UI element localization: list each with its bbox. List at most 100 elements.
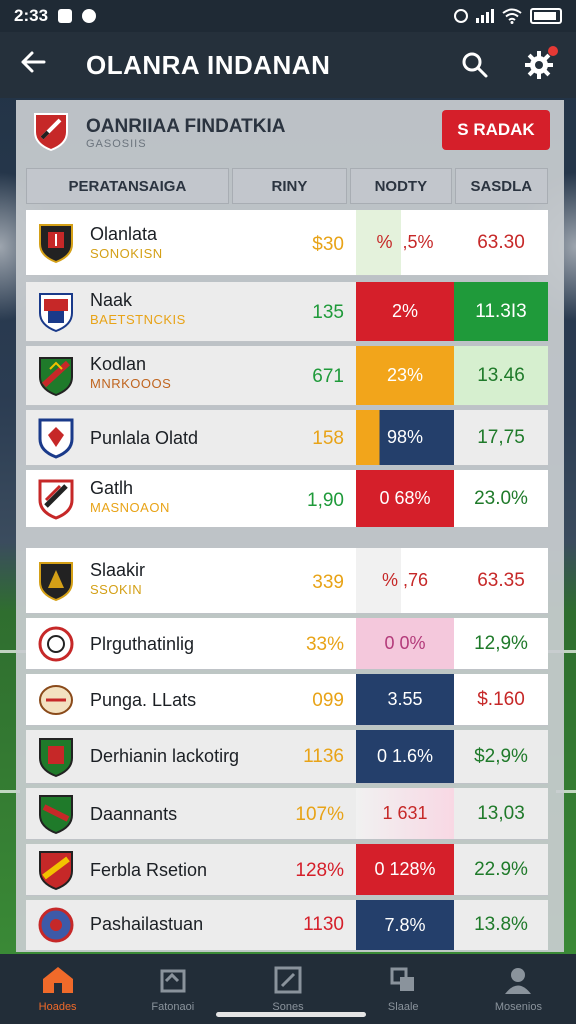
rating-value: $30 bbox=[312, 234, 344, 255]
nav-label: Fatonaoi bbox=[151, 1001, 195, 1013]
column-header-riny[interactable]: RINY bbox=[231, 168, 348, 204]
nav-label: Slaale bbox=[387, 1001, 419, 1013]
rating-value: 33% bbox=[305, 634, 344, 655]
team-subtitle: BAETSTNCKIS bbox=[90, 312, 186, 327]
team-logo-icon bbox=[38, 418, 74, 459]
table-row[interactable]: Punlala Olatd 158 98% 17,75 bbox=[26, 410, 548, 466]
column-header-sasdla[interactable]: SASDLA bbox=[454, 168, 548, 204]
score-value: 63.35 bbox=[477, 569, 525, 591]
team-logo-icon bbox=[39, 851, 73, 891]
search-icon bbox=[462, 52, 488, 78]
bottom-navigation: Hoades Fatonaoi Sones Slaale Mosenios bbox=[0, 954, 576, 1024]
team-name: Punga. LLats bbox=[90, 690, 197, 710]
column-header-nodty[interactable]: NODTY bbox=[350, 168, 452, 204]
signal-icon bbox=[476, 9, 494, 23]
rating-value: 1130 bbox=[303, 914, 344, 935]
status-bar: 2:33 bbox=[0, 0, 576, 32]
rating-value: 128% bbox=[295, 860, 344, 881]
form-cell: 2% bbox=[356, 282, 454, 341]
rating-value: 099 bbox=[312, 690, 344, 711]
rating-value: 158 bbox=[312, 428, 344, 449]
team-logo-icon bbox=[39, 293, 73, 333]
panel-header: OANRIIAA FINDATKIA GASOSIIS S RADAK bbox=[16, 100, 564, 162]
team-logo-icon bbox=[38, 626, 74, 662]
home-icon bbox=[42, 967, 73, 993]
rating-value: 339 bbox=[312, 572, 344, 593]
table-row[interactable]: Slaakir SSOKIN 339 % ,76 63.35 bbox=[26, 548, 548, 614]
nav-item-fixtures[interactable]: Fatonaoi bbox=[115, 954, 230, 1024]
rating-value: 107% bbox=[295, 804, 344, 825]
search-button[interactable] bbox=[458, 48, 492, 82]
team-name: Daannants bbox=[90, 804, 178, 824]
battery-icon bbox=[530, 8, 562, 24]
league-crest-icon bbox=[34, 113, 68, 152]
settings-button[interactable] bbox=[522, 46, 558, 82]
nav-label: Hoades bbox=[38, 1001, 77, 1013]
nav-item-profile[interactable]: Mosenios bbox=[461, 954, 576, 1024]
table-row[interactable]: Plrguthatinlig 33% 0 0% 12,9% bbox=[26, 618, 548, 670]
form-cell: 0 1.6% bbox=[356, 730, 454, 783]
standings-panel: OANRIIAA FINDATKIA GASOSIIS S RADAK PERA… bbox=[16, 100, 564, 952]
form-cell: 3.55 bbox=[356, 674, 454, 725]
team-logo-icon bbox=[39, 685, 73, 715]
rating-value: 1,90 bbox=[307, 490, 344, 511]
team-name: Kodlan bbox=[90, 354, 147, 374]
app-notification-icon bbox=[82, 9, 97, 23]
table-row[interactable]: Olanlata SONOKISN $30 % ‍ ‍,5% 63.30 bbox=[26, 210, 548, 276]
edit-icon bbox=[274, 966, 302, 994]
form-cell: 1 631 bbox=[356, 788, 454, 839]
fixtures-icon bbox=[160, 969, 186, 993]
table-header: PERATANSAIGA RINY NODTY SASDLA bbox=[26, 168, 548, 204]
score-value: 13,03 bbox=[477, 802, 525, 824]
page-title: OLANRA INDANAN bbox=[86, 49, 331, 80]
panel-subtitle: GASOSIIS bbox=[86, 138, 147, 150]
form-cell: % ,76 bbox=[356, 548, 454, 613]
form-cell: 0 0% bbox=[356, 618, 454, 669]
team-logo-icon bbox=[39, 795, 73, 835]
score-value: $.160 bbox=[477, 688, 525, 710]
team-name: Naak bbox=[90, 290, 133, 310]
home-indicator bbox=[216, 1012, 366, 1017]
form-cell: 0 128% bbox=[356, 844, 454, 895]
table-row[interactable]: Punga. LLats 099 3.55 $.160 bbox=[26, 674, 548, 726]
score-value: 11.3I3 bbox=[454, 282, 548, 341]
radar-button[interactable]: S RADAK bbox=[442, 110, 550, 150]
table-row[interactable]: Gatlh MASNOAON 1,90 0 68% 23.0% bbox=[26, 470, 548, 528]
notification-dot bbox=[548, 46, 558, 56]
score-value: 22.9% bbox=[474, 858, 528, 880]
table-row[interactable]: Daannants 107% 1 631 13,03 bbox=[26, 788, 548, 840]
table-row[interactable]: Derhianin lackotirg 1136 0 1.6% $2,9% bbox=[26, 730, 548, 784]
alarm-icon bbox=[454, 9, 468, 23]
team-name: Derhianin lackotirg bbox=[90, 746, 240, 766]
table-row[interactable]: Pashailastuan 1130 7.8% 13.8% bbox=[26, 900, 548, 950]
rating-value: 135 bbox=[312, 302, 344, 323]
score-value: 63.30 bbox=[477, 231, 525, 253]
team-logo-icon bbox=[39, 224, 73, 264]
back-arrow-icon bbox=[21, 51, 46, 73]
table-row[interactable]: Naak BAETSTNCKIS 135 2% 11.3I3 bbox=[26, 282, 548, 342]
stats-icon bbox=[390, 967, 415, 991]
panel-title: OANRIIAA FINDATKIA bbox=[86, 116, 286, 137]
team-name: Ferbla Rsetion bbox=[90, 860, 208, 880]
form-cell: 0 68% bbox=[356, 470, 454, 527]
score-value: 13.46 bbox=[454, 346, 548, 405]
form-cell: 23% bbox=[356, 346, 454, 405]
team-name: Pashailastuan bbox=[90, 914, 204, 934]
team-name: Plrguthatinlig bbox=[90, 634, 195, 654]
team-logo-icon bbox=[39, 357, 73, 397]
team-subtitle: MNRKOOOS bbox=[90, 376, 172, 391]
score-value: 17,75 bbox=[477, 426, 525, 448]
team-subtitle: SSOKIN bbox=[90, 582, 143, 597]
score-value: $2,9% bbox=[474, 745, 528, 767]
table-row[interactable]: Kodlan MNRKOOOS 671 23% 13.46 bbox=[26, 346, 548, 406]
column-header-team[interactable]: PERATANSAIGA bbox=[26, 168, 229, 204]
team-name: Olanlata bbox=[90, 224, 158, 244]
team-name: Slaakir bbox=[90, 560, 146, 580]
table-row[interactable]: Ferbla Rsetion 128% 0 128% 22.9% bbox=[26, 844, 548, 896]
back-button[interactable] bbox=[20, 48, 70, 82]
team-logo-icon bbox=[38, 907, 74, 943]
score-value: 13.8% bbox=[474, 914, 528, 935]
form-cell: 98% bbox=[356, 410, 454, 465]
notification-icon bbox=[58, 9, 73, 23]
nav-item-home[interactable]: Hoades bbox=[0, 954, 115, 1024]
